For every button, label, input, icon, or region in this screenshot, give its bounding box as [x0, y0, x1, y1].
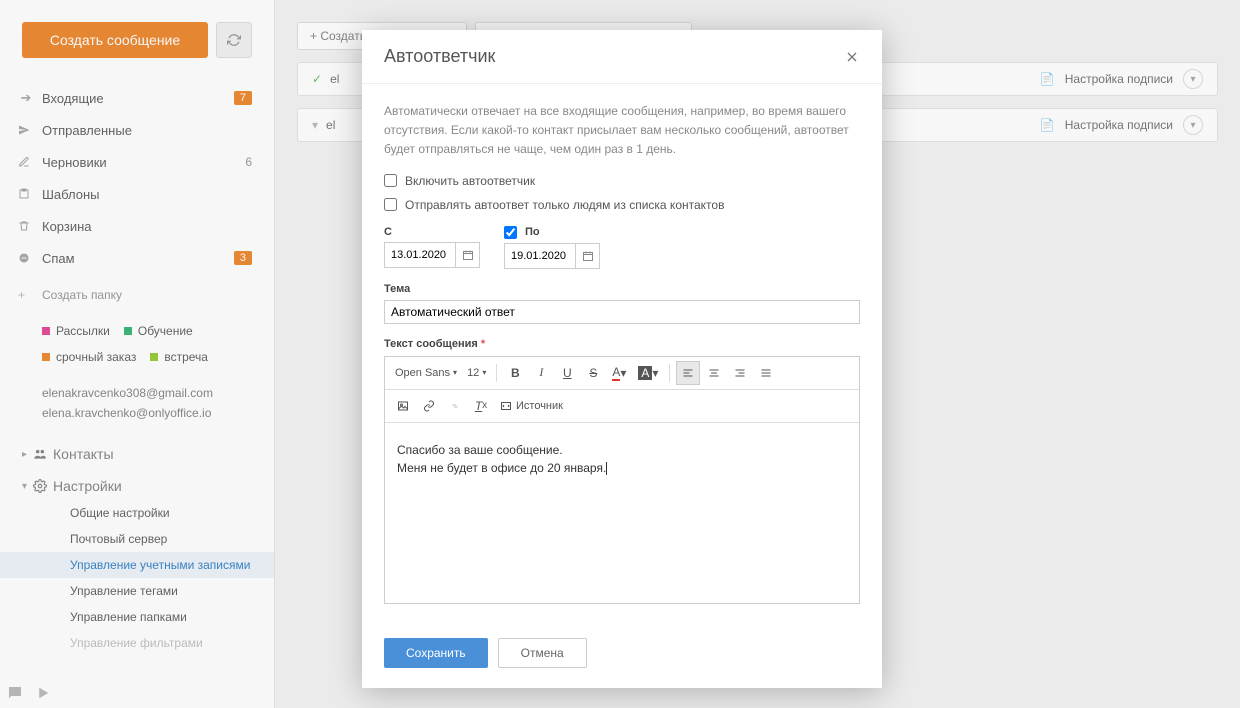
bold-button[interactable]: B — [503, 361, 527, 385]
enable-checkbox[interactable] — [384, 174, 397, 187]
to-date-field: По — [504, 226, 600, 269]
save-button[interactable]: Сохранить — [384, 638, 488, 668]
contacts-only-checkbox-row[interactable]: Отправлять автоответ только людям из спи… — [384, 198, 860, 212]
to-date-label: По — [504, 226, 600, 239]
editor-textarea[interactable]: Спасибо за ваше сообщение. Меня не будет… — [385, 423, 859, 603]
align-justify-button[interactable] — [754, 361, 778, 385]
body-line: Меня не будет в офисе до 20 января. — [397, 459, 847, 477]
clear-format-button[interactable]: Tx — [469, 394, 493, 418]
text-color-button[interactable]: A▾ — [607, 361, 631, 385]
enable-checkbox-row[interactable]: Включить автоответчик — [384, 174, 860, 188]
contacts-only-label: Отправлять автоответ только людям из спи… — [405, 198, 724, 212]
bg-color-button[interactable]: A▾ — [633, 361, 663, 385]
close-icon — [844, 49, 860, 65]
to-date-input[interactable] — [505, 250, 575, 262]
underline-button[interactable]: U — [555, 361, 579, 385]
autoresponder-modal: Автоответчик Автоматически отвечает на в… — [362, 30, 882, 688]
editor: Open Sans ▾ 12 ▾ B I U S A▾ A▾ Tx — [384, 356, 860, 604]
subject-label: Тема — [384, 283, 860, 295]
cancel-button[interactable]: Отмена — [498, 638, 587, 668]
body-label: Текст сообщения * — [384, 338, 860, 350]
to-date-checkbox[interactable] — [504, 226, 517, 239]
align-left-button[interactable] — [676, 361, 700, 385]
align-right-button[interactable] — [728, 361, 752, 385]
size-select[interactable]: 12 ▾ — [463, 361, 490, 385]
italic-button[interactable]: I — [529, 361, 553, 385]
subject-input[interactable] — [384, 300, 860, 324]
modal-description: Автоматически отвечает на все входящие с… — [384, 102, 860, 160]
enable-label: Включить автоответчик — [405, 174, 535, 188]
image-button[interactable] — [391, 394, 415, 418]
modal-title: Автоответчик — [384, 46, 495, 67]
editor-toolbar-row1: Open Sans ▾ 12 ▾ B I U S A▾ A▾ — [385, 357, 859, 390]
modal-footer: Сохранить Отмена — [362, 624, 882, 688]
body-line: Спасибо за ваше сообщение. — [397, 441, 847, 459]
source-button[interactable]: Источник — [495, 394, 568, 418]
modal-header: Автоответчик — [362, 30, 882, 84]
strike-button[interactable]: S — [581, 361, 605, 385]
calendar-icon[interactable] — [575, 244, 599, 268]
unlink-button[interactable] — [443, 394, 467, 418]
close-button[interactable] — [844, 49, 860, 65]
link-button[interactable] — [417, 394, 441, 418]
from-date-label: С — [384, 226, 480, 238]
editor-toolbar-row2: Tx Источник — [385, 390, 859, 423]
calendar-icon[interactable] — [455, 243, 479, 267]
from-date-input[interactable] — [385, 249, 455, 261]
from-date-field: С — [384, 226, 480, 269]
font-select[interactable]: Open Sans ▾ — [391, 361, 461, 385]
contacts-only-checkbox[interactable] — [384, 198, 397, 211]
align-center-button[interactable] — [702, 361, 726, 385]
